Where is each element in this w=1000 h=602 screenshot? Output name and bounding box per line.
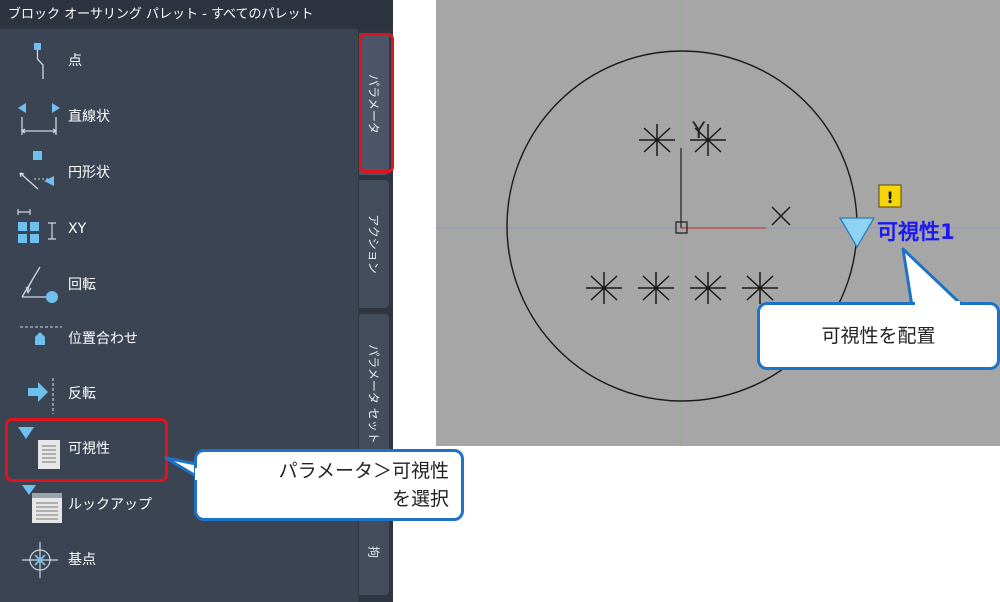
asterisk-row-bottom [586,272,778,304]
tool-label: 基点 [68,552,96,568]
tool-label: 位置合わせ [68,331,138,347]
alignment-parameter-icon [14,313,66,365]
callout-line-2: を選択 [391,488,449,510]
palette-title: ブロック オーサリング パレット - すべてのパレット [0,0,393,29]
flip-parameter-icon [14,368,66,420]
xy-parameter-icon [14,203,66,255]
tool-alignment[interactable]: 位置合わせ [0,313,355,365]
tool-polar[interactable]: 円形状 [0,147,355,199]
tool-label: 反転 [68,386,96,402]
basepoint-parameter-icon [14,534,66,586]
tool-rotation[interactable]: 回転 [0,259,355,311]
ucs-x-marker [771,206,791,226]
tab-label: アクション [366,214,381,274]
visibility-grip-icon[interactable] [838,217,876,249]
linear-parameter-icon [14,91,66,143]
tool-label: 回転 [68,277,96,293]
tool-label: XY [68,221,87,237]
lookup-parameter-icon [6,479,62,531]
tool-basepoint[interactable]: 基点 [0,534,355,586]
place-visibility-callout: 可視性を配置 [757,302,1000,370]
tool-label: 直線状 [68,109,110,125]
parameters-tab-highlight [359,33,394,173]
asterisk-row-top [639,124,726,156]
tab-actions[interactable]: アクション [359,180,389,308]
point-parameter-icon [14,35,66,87]
tab-label: パラメータ セット [366,344,381,444]
tool-label: ルックアップ [68,497,152,513]
tool-point[interactable]: 点 [0,35,355,87]
drawing-area[interactable]: Y ! 可視性1 [436,0,1000,446]
callout-line-1: パラメータ＞可視性 [278,460,449,482]
alert-glyph: ! [886,188,893,207]
tool-xy[interactable]: XY [0,203,355,255]
tab-label: 拘 [366,545,381,559]
select-visibility-callout: パラメータ＞可視性 を選択 [194,449,464,521]
tool-label: 円形状 [68,165,110,181]
visibility-tool-highlight [5,418,168,482]
tool-linear[interactable]: 直線状 [0,91,355,143]
tool-flip[interactable]: 反転 [0,368,355,420]
visibility-parameter-label: 可視性1 [877,220,955,244]
tool-label: 点 [68,53,82,69]
rotation-parameter-icon [14,259,66,311]
polar-parameter-icon [14,147,66,199]
